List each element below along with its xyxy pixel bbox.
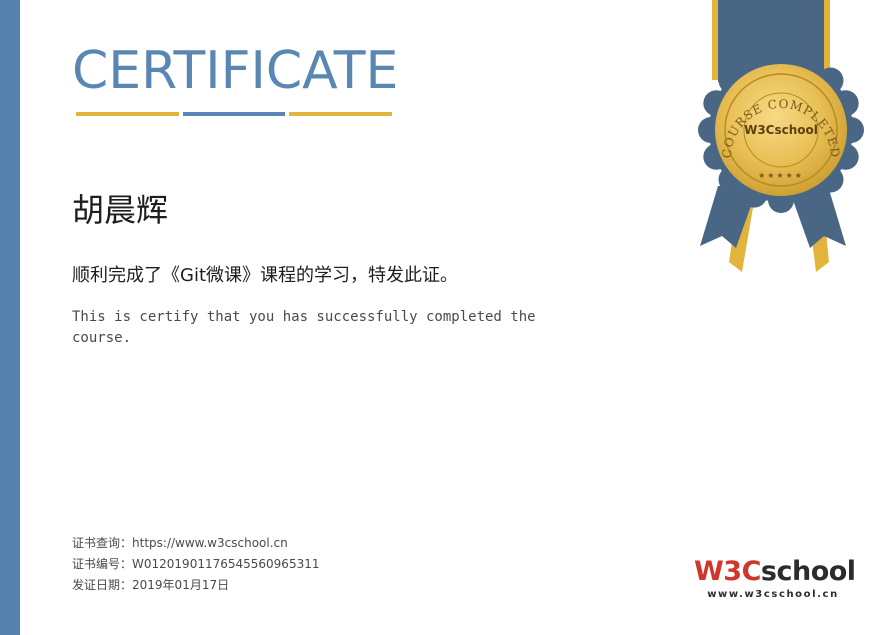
lookup-url[interactable]: https://www.w3cschool.cn <box>132 536 288 550</box>
certificate-number-value: W01201901176545560965311 <box>132 557 320 571</box>
recipient-name: 胡晨辉 <box>72 191 169 229</box>
lookup-label: 证书查询： <box>72 536 133 550</box>
seal-center-text: W3Cschool <box>744 123 818 137</box>
lookup-row: 证书查询：https://www.w3cschool.cn <box>72 533 319 554</box>
logo-url: www.w3cschool.cn <box>707 589 839 600</box>
certificate-title: CERTIFICATE <box>72 41 399 101</box>
certificate-number-label: 证书编号： <box>72 557 133 571</box>
issue-date-label: 发证日期： <box>72 578 133 592</box>
title-underline-blue-middle <box>183 112 285 116</box>
seal-stars: ★★★★★ <box>758 171 804 180</box>
logo-wordmark-dark: school <box>760 556 856 587</box>
title-underline-gold-right <box>289 112 392 116</box>
completion-statement-en: This is certify that you has successfull… <box>72 309 536 346</box>
certificate-page: CERTIFICATE 胡晨辉 顺利完成了《Git微课》课程的学习，特发此证。 … <box>0 0 895 635</box>
left-accent-bar <box>0 0 20 635</box>
issue-date-value: 2019年01月17日 <box>132 578 230 592</box>
completion-statement-zh: 顺利完成了《Git微课》课程的学习，特发此证。 <box>72 265 459 286</box>
seal-graphic: COURSE COMPLETED W3Cschool ★★★★★ <box>698 0 864 272</box>
course-completed-seal: COURSE COMPLETED W3Cschool ★★★★★ <box>682 0 864 286</box>
w3cschool-logo: W3Cschool www.w3cschool.cn <box>694 556 856 601</box>
title-underline-gold-left <box>76 112 179 116</box>
logo-wordmark-red: W3C <box>694 556 761 587</box>
certificate-number-row: 证书编号：W01201901176545560965311 <box>72 554 319 575</box>
certificate-footer: 证书查询：https://www.w3cschool.cn 证书编号：W0120… <box>72 533 319 596</box>
logo-wordmark: W3Cschool <box>694 556 856 587</box>
issue-date-row: 发证日期：2019年01月17日 <box>72 575 319 596</box>
